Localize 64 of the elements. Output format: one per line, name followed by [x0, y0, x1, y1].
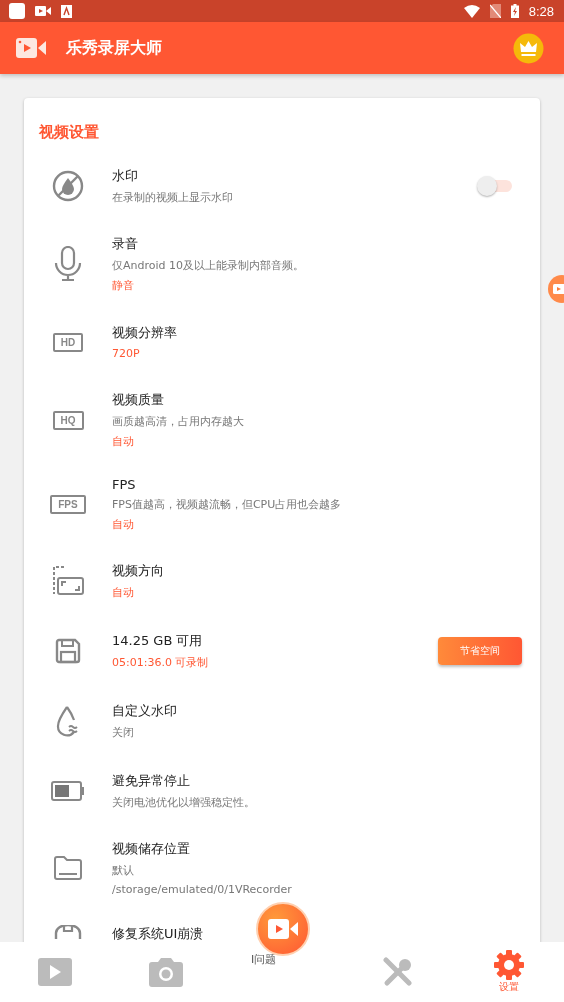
row-title: 避免异常停止: [112, 772, 190, 790]
video-camera-icon: [16, 38, 46, 58]
video-icon: [553, 284, 564, 294]
row-description: 关闭电池优化以增强稳定性。: [112, 795, 255, 810]
battery-icon: [51, 781, 85, 801]
row-value: 自动: [112, 517, 134, 532]
row-title: 水印: [112, 167, 138, 185]
row-description: 画质越高清，占用内存越大: [112, 414, 244, 429]
video-camera-icon: [35, 5, 51, 17]
row-description: 仅Android 10及以上能录制内部音频。: [112, 258, 305, 273]
badge-icon: HD: [52, 332, 84, 352]
settings-row[interactable]: 视频方向 自动: [24, 547, 540, 617]
settings-row[interactable]: 避免异常停止 关闭电池优化以增强稳定性。: [24, 757, 540, 827]
settings-row[interactable]: 视频储存位置 默认 /storage/emulated/0/1VRecorder: [24, 827, 540, 911]
row-title: 视频方向: [112, 562, 164, 580]
microphone-icon: [54, 246, 82, 282]
magnet-icon: [53, 925, 83, 939]
row-description: I问题: [251, 952, 277, 967]
battery-charging-icon: [510, 4, 519, 18]
row-title: 视频质量: [112, 391, 164, 409]
row-title: 14.25 GB 可用: [112, 632, 203, 650]
row-description: FPS值越高，视频越流畅，但CPU占用也会越多: [112, 497, 342, 512]
settings-row[interactable]: HD 视频分辨率 720P: [24, 308, 540, 378]
app-icon: [9, 3, 25, 19]
row-description: 在录制的视频上显示水印: [112, 190, 233, 205]
row-description: 关闭: [112, 725, 134, 740]
badge-icon: HQ: [52, 410, 84, 430]
settings-icon: [493, 950, 524, 980]
row-value: 720P: [112, 347, 140, 360]
crown-icon[interactable]: [513, 32, 544, 64]
clock-time: 8:28: [528, 3, 554, 19]
app-title: 乐秀录屏大师: [66, 37, 163, 59]
video-camera-icon: [268, 919, 298, 939]
row-value: 自动: [112, 434, 134, 449]
camera-icon: [147, 957, 186, 987]
wifi-icon: [463, 4, 480, 18]
settings-row[interactable]: 录音 仅Android 10及以上能录制内部音频。 静音: [24, 222, 540, 308]
settings-row[interactable]: 水印 在录制的视频上显示水印: [24, 152, 540, 222]
section-title: 视频设置: [39, 123, 99, 142]
document-icon: [61, 4, 72, 18]
row-value: 静音: [112, 278, 134, 293]
row-value: 05:01:36.0 可录制: [112, 655, 209, 670]
badge-icon: FPS: [50, 495, 86, 514]
rotate-screen-icon: [52, 566, 84, 596]
settings-row[interactable]: 自定义水印 关闭: [24, 687, 540, 757]
play-icon: [38, 958, 73, 986]
row-title: 视频储存位置: [112, 840, 190, 858]
row-title: 视频分辨率: [112, 324, 177, 342]
row-description: /storage/emulated/0/1VRecorder: [112, 883, 292, 896]
row-title: 自定义水印: [112, 702, 177, 720]
settings-row[interactable]: HQ 视频质量 画质越高清，占用内存越大 自动: [24, 378, 540, 464]
settings-row[interactable]: 14.25 GB 可用 05:01:36.0 可录制 节省空间: [24, 617, 540, 687]
tools-icon: [382, 957, 413, 987]
no-watermark-icon: [52, 170, 84, 202]
row-title: FPS: [112, 477, 136, 492]
water-drop-icon: [56, 705, 80, 737]
row-title: 修复系统UI崩溃: [112, 925, 204, 943]
settings-row[interactable]: FPS FPS FPS值越高，视频越流畅，但CPU占用也会越多 自动: [24, 464, 540, 547]
no-sim-icon: [489, 4, 501, 18]
folder-icon: [54, 856, 82, 880]
row-description: 默认: [112, 863, 134, 878]
row-value: 自动: [112, 585, 134, 600]
row-title: 录音: [112, 235, 138, 253]
settings-row[interactable]: 修复系统UI崩溃: [24, 911, 204, 943]
